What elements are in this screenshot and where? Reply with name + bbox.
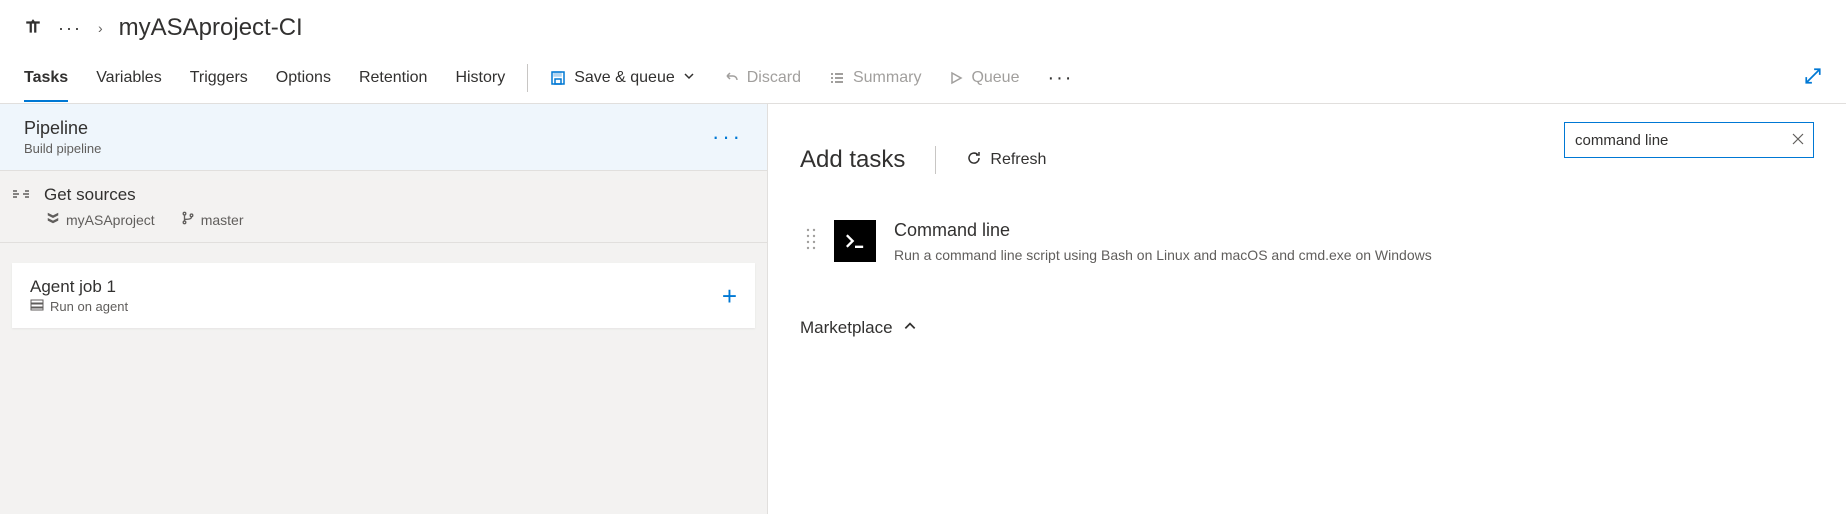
page-title: myASAproject-CI bbox=[119, 14, 303, 42]
play-icon bbox=[949, 71, 963, 85]
command-line-icon bbox=[834, 220, 876, 262]
action-bar: Save & queue Discard Summary Queue ··· bbox=[550, 67, 1822, 88]
more-actions-button[interactable]: ··· bbox=[1047, 68, 1073, 88]
agent-job-subtitle: Run on agent bbox=[50, 299, 128, 314]
task-search-input[interactable] bbox=[1573, 131, 1791, 150]
pipeline-title: Pipeline bbox=[24, 118, 101, 139]
toolbar: Tasks Variables Triggers Options Retenti… bbox=[0, 52, 1846, 104]
pipeline-icon[interactable] bbox=[24, 18, 42, 39]
marketplace-label: Marketplace bbox=[800, 318, 893, 338]
pipeline-subtitle: Build pipeline bbox=[24, 141, 101, 156]
tabs: Tasks Variables Triggers Options Retenti… bbox=[24, 52, 505, 103]
tab-options[interactable]: Options bbox=[276, 55, 331, 101]
main-content: Pipeline Build pipeline ··· Get sources … bbox=[0, 104, 1846, 514]
divider bbox=[527, 64, 528, 92]
add-task-button[interactable]: + bbox=[722, 283, 737, 309]
tab-retention[interactable]: Retention bbox=[359, 55, 428, 101]
drag-handle-icon[interactable] bbox=[806, 226, 816, 254]
left-pane: Pipeline Build pipeline ··· Get sources … bbox=[0, 104, 768, 514]
undo-icon bbox=[723, 70, 739, 86]
task-result-item[interactable]: Command line Run a command line script u… bbox=[800, 220, 1814, 266]
summary-button[interactable]: Summary bbox=[829, 69, 921, 87]
repo-name: myASAproject bbox=[66, 212, 155, 228]
summary-label: Summary bbox=[853, 69, 921, 87]
get-sources-icon bbox=[12, 187, 30, 204]
breadcrumb: ··· › myASAproject-CI bbox=[0, 0, 1846, 52]
tab-variables[interactable]: Variables bbox=[96, 55, 162, 101]
task-result-description: Run a command line script using Bash on … bbox=[894, 245, 1754, 266]
queue-label: Queue bbox=[971, 69, 1019, 87]
get-sources-row[interactable]: Get sources myASAproject master bbox=[0, 171, 767, 243]
repo-item: myASAproject bbox=[46, 211, 155, 228]
get-sources-title: Get sources bbox=[44, 185, 136, 205]
marketplace-section[interactable]: Marketplace bbox=[800, 318, 1814, 338]
clear-search-icon[interactable] bbox=[1791, 132, 1805, 149]
divider bbox=[935, 146, 936, 174]
save-queue-button[interactable]: Save & queue bbox=[550, 69, 695, 87]
server-icon bbox=[30, 299, 44, 314]
refresh-label: Refresh bbox=[990, 151, 1046, 169]
branch-icon bbox=[181, 211, 195, 228]
breadcrumb-ellipsis[interactable]: ··· bbox=[58, 19, 82, 37]
tab-history[interactable]: History bbox=[455, 55, 505, 101]
pipeline-row[interactable]: Pipeline Build pipeline ··· bbox=[0, 104, 767, 171]
chevron-down-icon bbox=[683, 69, 695, 87]
tab-tasks[interactable]: Tasks bbox=[24, 55, 68, 101]
fullscreen-icon[interactable] bbox=[1804, 67, 1822, 88]
tab-triggers[interactable]: Triggers bbox=[190, 55, 248, 101]
branch-item: master bbox=[181, 211, 244, 228]
discard-label: Discard bbox=[747, 69, 801, 87]
save-icon bbox=[550, 70, 566, 86]
agent-job-title: Agent job 1 bbox=[30, 277, 128, 297]
refresh-button[interactable]: Refresh bbox=[966, 150, 1046, 171]
refresh-icon bbox=[966, 150, 982, 171]
save-queue-label: Save & queue bbox=[574, 69, 675, 87]
list-icon bbox=[829, 70, 845, 86]
task-search-box[interactable] bbox=[1564, 122, 1814, 158]
right-pane: Add tasks Refresh Command line Run a com… bbox=[768, 104, 1846, 514]
add-tasks-title: Add tasks bbox=[800, 146, 905, 174]
chevron-right-icon: › bbox=[98, 20, 103, 36]
branch-name: master bbox=[201, 212, 244, 228]
queue-button[interactable]: Queue bbox=[949, 69, 1019, 87]
discard-button[interactable]: Discard bbox=[723, 69, 801, 87]
repo-icon bbox=[46, 211, 60, 228]
agent-job-row[interactable]: Agent job 1 Run on agent + bbox=[12, 263, 755, 328]
pipeline-more-button[interactable]: ··· bbox=[712, 126, 743, 148]
task-result-title: Command line bbox=[894, 220, 1754, 241]
chevron-up-icon bbox=[903, 318, 917, 338]
